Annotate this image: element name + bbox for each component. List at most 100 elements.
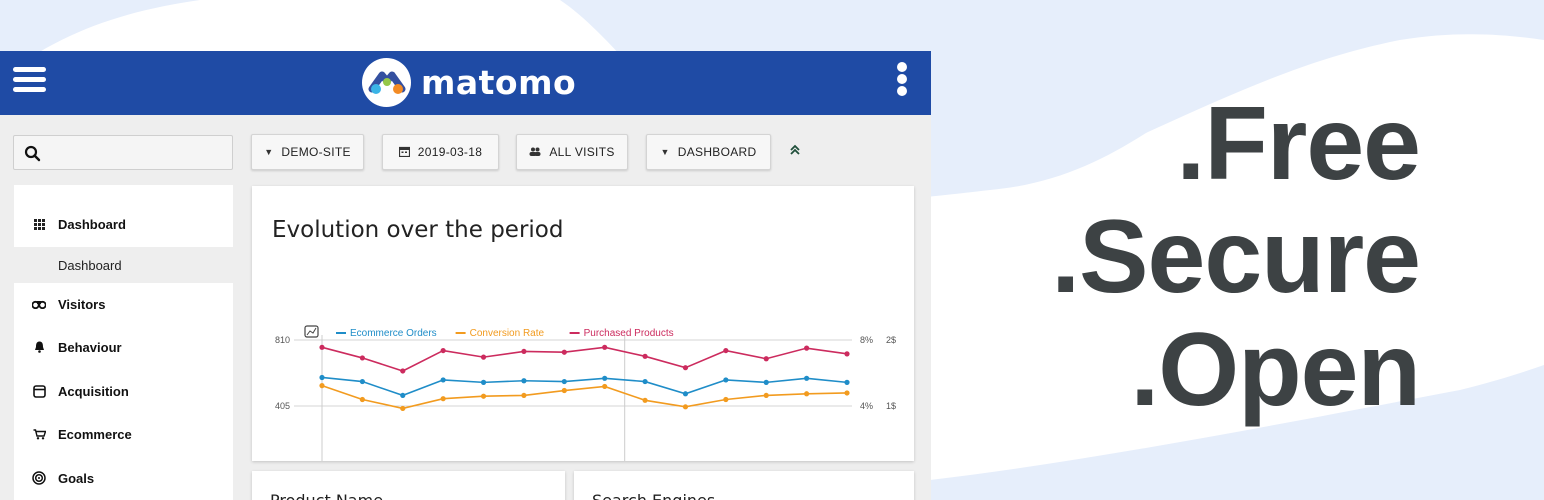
data-point: [400, 368, 406, 374]
data-point: [763, 356, 769, 362]
product-name-widget: Product Name: [252, 471, 565, 500]
sidebar-item-label: Goals: [58, 470, 95, 486]
legend-label: Ecommerce Orders: [350, 328, 437, 339]
data-point: [319, 344, 325, 350]
matomo-logo[interactable]: matomo: [362, 57, 576, 107]
data-point: [480, 393, 487, 399]
sidebar-subitem-label: Dashboard: [58, 257, 122, 273]
dropdown-caret-icon: ▼: [660, 147, 670, 157]
more-vertical-icon[interactable]: [894, 62, 910, 96]
data-point: [763, 392, 769, 399]
chart-type-icon-line: [306, 327, 317, 336]
sidebar-item-goals[interactable]: Goals: [14, 459, 233, 497]
data-point: [723, 396, 729, 403]
date-picker-button[interactable]: 2019-03-18: [382, 134, 499, 170]
data-point: [602, 383, 608, 390]
data-point: [440, 347, 446, 354]
sidebar-item-ecommerce[interactable]: Ecommerce: [14, 415, 233, 453]
data-point: [561, 378, 567, 385]
search-icon: [24, 145, 41, 162]
y-tick-label: 405: [275, 401, 290, 411]
widget-title: Search Engines: [592, 491, 715, 500]
sidebar-item-dashboard[interactable]: Dashboard: [14, 205, 233, 243]
sidebar-item-label: Behaviour: [58, 339, 122, 355]
sidebar-item-label: Dashboard: [58, 216, 126, 232]
data-point: [642, 397, 648, 403]
data-point: [602, 344, 608, 350]
y-tick-label: 810: [275, 335, 290, 345]
y2-tick-label: 8%: [860, 335, 873, 345]
data-point: [319, 383, 325, 389]
data-point: [359, 378, 365, 385]
date-label: 2019-03-18: [417, 145, 483, 159]
logo-text: matomo: [421, 62, 577, 102]
data-point: [844, 379, 850, 385]
data-point: [561, 349, 567, 355]
hamburger-menu-icon[interactable]: [13, 67, 47, 95]
users-icon: [529, 147, 541, 158]
data-point: [804, 375, 810, 381]
segment-selector-button[interactable]: ALL VISITS: [516, 134, 628, 170]
y3-tick-label: 2$: [886, 335, 896, 345]
matomo-app-window: matomo ▼ DEMO-SITE 2019-03-18 ALL VISITS…: [0, 51, 931, 500]
dashboard-selector-button[interactable]: ▼ DASHBOARD: [646, 134, 771, 170]
top-navigation-bar: matomo: [0, 51, 931, 115]
tagline-open: .Open: [1130, 312, 1421, 428]
data-point: [682, 391, 689, 397]
sidebar-item-behaviour[interactable]: Behaviour: [14, 328, 233, 366]
data-point: [521, 348, 527, 355]
tagline-secure: .Secure: [1051, 199, 1421, 315]
data-point: [804, 345, 810, 351]
data-point: [400, 405, 406, 412]
target-icon: [32, 471, 46, 485]
matomo-logo-icon: [362, 57, 411, 107]
data-point: [844, 390, 850, 396]
dropdown-caret-icon: ▼: [264, 147, 274, 157]
site-selector-button[interactable]: ▼ DEMO-SITE: [251, 134, 364, 170]
sidebar-subitem-dashboard[interactable]: Dashboard: [14, 247, 233, 283]
search-input[interactable]: [13, 135, 233, 170]
site-selector-label: DEMO-SITE: [281, 145, 351, 159]
grid-icon: [32, 217, 46, 231]
sidebar-item-acquisition[interactable]: Acquisition: [14, 372, 233, 410]
widget-title: Product Name: [270, 491, 383, 500]
legend-label: Conversion Rate: [470, 328, 545, 339]
data-point: [561, 387, 567, 394]
y3-tick-label: 1$: [886, 401, 896, 411]
series-line: [321, 376, 848, 397]
data-point: [480, 379, 487, 385]
dashboard-selector-label: DASHBOARD: [677, 145, 757, 159]
data-point: [319, 374, 325, 381]
data-point: [359, 355, 365, 361]
segment-label: ALL VISITS: [549, 145, 615, 159]
data-point: [642, 353, 648, 359]
evolution-widget: Evolution over the period 00%0$4054%1$81…: [252, 186, 914, 461]
data-point: [763, 379, 769, 385]
sidebar-menu: Dashboard Dashboard Visitors Behaviour A…: [14, 185, 233, 500]
sidebar-item-visitors[interactable]: Visitors: [14, 285, 233, 323]
data-point: [400, 392, 406, 399]
search-engines-widget: Search Engines: [574, 471, 914, 500]
sidebar-item-label: Ecommerce: [58, 426, 132, 442]
cart-icon: [32, 427, 46, 441]
data-point: [359, 396, 365, 403]
y2-tick-label: 4%: [860, 401, 873, 411]
data-point: [642, 378, 648, 385]
data-point: [723, 377, 729, 383]
data-point: [804, 391, 810, 397]
data-point: [682, 365, 689, 371]
data-point: [440, 396, 446, 402]
data-point: [682, 404, 689, 410]
bell-icon: [32, 340, 46, 354]
binoculars-icon: [32, 297, 46, 311]
tagline-free: .Free: [1176, 86, 1421, 202]
data-point: [723, 347, 729, 354]
calendar-icon: [398, 146, 410, 159]
evolution-line-chart: 00%0$4054%1$8108%2$Sat, Oct 5Sat, Oct 12…: [275, 325, 896, 461]
data-point: [440, 377, 446, 383]
collapse-chevrons-icon[interactable]: [788, 143, 802, 157]
window-icon: [32, 384, 46, 398]
data-point: [521, 378, 527, 384]
data-point: [844, 351, 850, 357]
sidebar-item-label: Visitors: [58, 296, 106, 312]
